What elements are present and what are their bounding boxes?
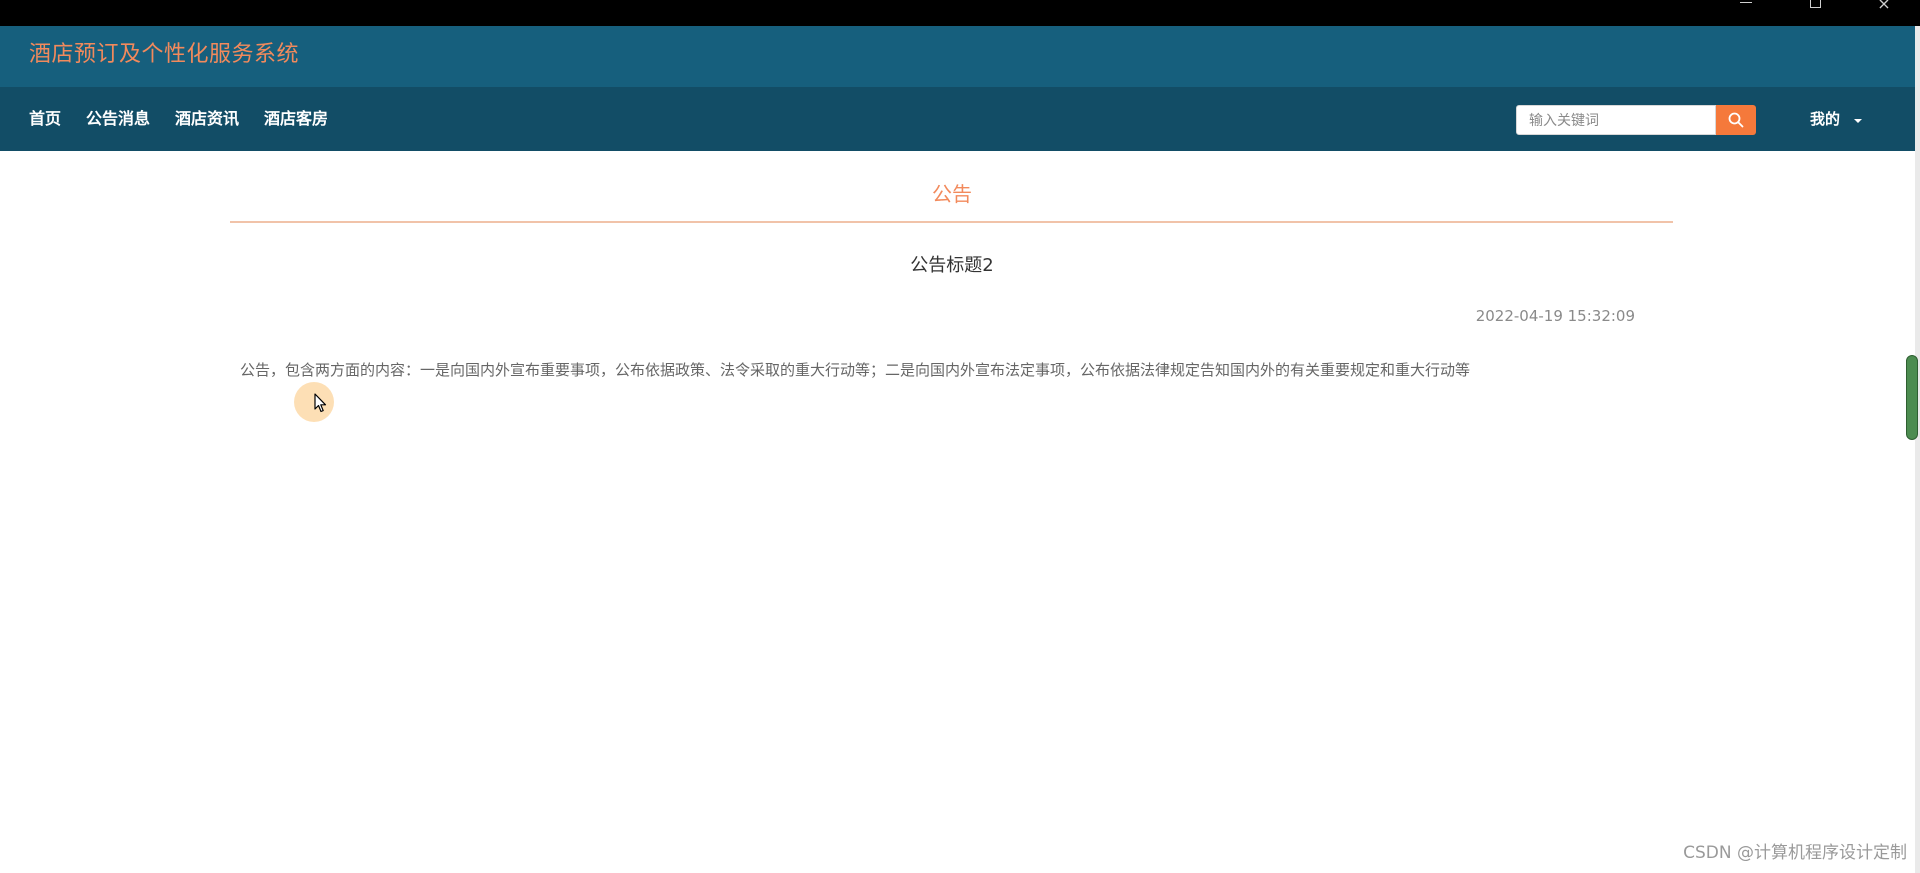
nav-item-home[interactable]: 首页 (29, 109, 61, 129)
notice-title: 公告标题2 (910, 255, 994, 276)
nav-item-hotel-news[interactable]: 酒店资讯 (175, 109, 239, 129)
user-menu[interactable]: 我的 (1810, 109, 1840, 129)
site-title[interactable]: 酒店预订及个性化服务系统 (29, 41, 299, 69)
caret-down-icon[interactable] (1854, 119, 1862, 123)
search-button[interactable] (1716, 105, 1756, 135)
page-scrollbar[interactable] (1915, 26, 1920, 873)
search-box (1516, 105, 1716, 136)
notice-datetime: 2022-04-19 15:32:09 (1475, 307, 1635, 325)
brand-bar: 酒店预订及个性化服务系统 (0, 26, 1915, 87)
section-divider (230, 221, 1673, 223)
window-titlebar: × (0, 0, 1920, 26)
nav-item-announcements[interactable]: 公告消息 (86, 109, 150, 129)
search-input[interactable] (1527, 106, 1711, 136)
restore-icon[interactable] (1795, 0, 1835, 10)
announcement-detail: 公告 公告标题2 2022-04-19 15:32:09 公告，包含两方面的内容… (0, 151, 1915, 873)
mouse-cursor-icon (314, 393, 327, 413)
scrollbar-thumb[interactable] (1906, 355, 1918, 440)
close-icon[interactable]: × (1864, 0, 1904, 12)
main-navbar: 首页 公告消息 酒店资讯 酒店客房 我的 (0, 87, 1915, 151)
minimize-icon[interactable] (1726, 0, 1766, 10)
notice-body: 公告，包含两方面的内容：一是向国内外宣布重要事项，公布依据政策、法令采取的重大行… (240, 361, 1471, 379)
section-heading: 公告 (932, 182, 972, 206)
search-icon (1728, 112, 1744, 128)
nav-item-hotel-rooms[interactable]: 酒店客房 (264, 109, 328, 129)
watermark: CSDN @计算机程序设计定制 (1683, 843, 1907, 863)
